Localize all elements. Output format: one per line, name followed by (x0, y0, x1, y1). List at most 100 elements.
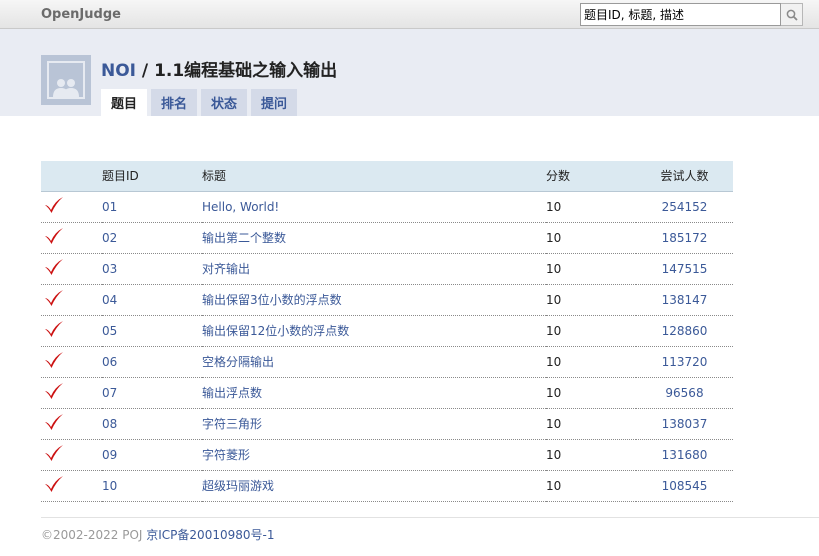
tries-link[interactable]: 147515 (636, 262, 733, 276)
group-link[interactable]: NOI (101, 61, 136, 81)
tries-link[interactable]: 113720 (636, 355, 733, 369)
problem-id-link[interactable]: 05 (102, 324, 117, 338)
icp-link[interactable]: 京ICP备20010980号-1 (146, 528, 274, 542)
table-header-row: 题目ID 标题 分数 尝试人数 (41, 161, 733, 192)
tries-cell: 138037 (636, 408, 733, 440)
problem-id-link[interactable]: 06 (102, 355, 117, 369)
problem-title-link[interactable]: 空格分隔输出 (202, 355, 274, 369)
problem-id-cell: 01 (102, 191, 202, 223)
problem-id-link[interactable]: 08 (102, 417, 117, 431)
tab-problems[interactable]: 题目 (101, 89, 148, 116)
tries-link[interactable]: 96568 (636, 386, 733, 400)
score-cell: 10 (546, 253, 636, 285)
checkmark-icon (45, 445, 63, 461)
tries-cell: 185172 (636, 222, 733, 254)
problem-id-cell: 10 (102, 470, 202, 502)
search-box (580, 3, 803, 26)
problem-title-link[interactable]: 超级玛丽游戏 (202, 479, 274, 493)
problem-title-cell: 字符三角形 (202, 408, 546, 440)
tries-link[interactable]: 128860 (636, 324, 733, 338)
tries-cell: 254152 (636, 191, 733, 223)
tries-link[interactable]: 138037 (636, 417, 733, 431)
problem-title-link[interactable]: 输出保留3位小数的浮点数 (202, 293, 342, 307)
magnifier-icon (786, 9, 798, 21)
tries-cell: 113720 (636, 346, 733, 378)
problem-title-link[interactable]: Hello, World! (202, 200, 279, 214)
score-cell: 10 (546, 408, 636, 440)
problem-id-link[interactable]: 07 (102, 386, 117, 400)
tab-bar: 题目 排名 状态 提问 (101, 89, 301, 116)
problem-title-link[interactable]: 字符三角形 (202, 417, 262, 431)
copyright-text: ©2002-2022 POJ (41, 528, 147, 542)
problem-id-link[interactable]: 02 (102, 231, 117, 245)
problem-id-link[interactable]: 04 (102, 293, 117, 307)
table-row: 02 输出第二个整数 10 185172 (41, 222, 733, 254)
brand-logo[interactable]: OpenJudge (41, 7, 121, 22)
table-row: 01 Hello, World! 10 254152 (41, 191, 733, 223)
solved-cell (41, 315, 102, 347)
header-tries: 尝试人数 (636, 161, 733, 192)
page-title: NOI / 1.1编程基础之输入输出 (101, 56, 337, 81)
problem-title-link[interactable]: 字符菱形 (202, 448, 250, 462)
score-cell: 10 (546, 377, 636, 409)
tries-link[interactable]: 138147 (636, 293, 733, 307)
problem-id-link[interactable]: 01 (102, 200, 117, 214)
problem-id-link[interactable]: 10 (102, 479, 117, 493)
table-row: 07 输出浮点数 10 96568 (41, 377, 733, 409)
checkmark-icon (45, 321, 63, 337)
solved-cell (41, 284, 102, 316)
title-separator: / (136, 61, 155, 81)
problem-title-cell: 空格分隔输出 (202, 346, 546, 378)
search-button[interactable] (781, 3, 803, 26)
course-name: 1.1编程基础之输入输出 (154, 61, 338, 81)
solved-cell (41, 253, 102, 285)
tab-ranking[interactable]: 排名 (151, 89, 198, 116)
score-cell: 10 (546, 222, 636, 254)
score-cell: 10 (546, 346, 636, 378)
table-row: 05 输出保留12位小数的浮点数 10 128860 (41, 315, 733, 347)
table-row: 08 字符三角形 10 138037 (41, 408, 733, 440)
problem-title-cell: 对齐输出 (202, 253, 546, 285)
score-cell: 10 (546, 315, 636, 347)
problem-id-cell: 08 (102, 408, 202, 440)
tries-link[interactable]: 254152 (636, 200, 733, 214)
checkmark-icon (45, 352, 63, 368)
tries-link[interactable]: 108545 (636, 479, 733, 493)
problem-title-cell: 超级玛丽游戏 (202, 470, 546, 502)
checkmark-icon (45, 383, 63, 399)
tab-status[interactable]: 状态 (201, 89, 248, 116)
problem-id-cell: 07 (102, 377, 202, 409)
table-row: 04 输出保留3位小数的浮点数 10 138147 (41, 284, 733, 316)
problem-id-link[interactable]: 09 (102, 448, 117, 462)
tries-link[interactable]: 185172 (636, 231, 733, 245)
group-avatar-icon (41, 55, 91, 105)
problem-title-link[interactable]: 输出浮点数 (202, 386, 262, 400)
footer: ©2002-2022 POJ 京ICP备20010980号-1 (41, 526, 274, 543)
tries-cell: 138147 (636, 284, 733, 316)
problem-title-link[interactable]: 输出保留12位小数的浮点数 (202, 324, 349, 338)
tries-cell: 131680 (636, 439, 733, 471)
checkmark-icon (45, 259, 63, 275)
solved-cell (41, 377, 102, 409)
problem-title-link[interactable]: 对齐输出 (202, 262, 250, 276)
problem-title-cell: 输出保留12位小数的浮点数 (202, 315, 546, 347)
solved-cell (41, 439, 102, 471)
problem-title-cell: 字符菱形 (202, 439, 546, 471)
problem-title-cell: 输出第二个整数 (202, 222, 546, 254)
problem-id-cell: 03 (102, 253, 202, 285)
solved-cell (41, 408, 102, 440)
score-cell: 10 (546, 470, 636, 502)
tries-cell: 96568 (636, 377, 733, 409)
search-input[interactable] (580, 3, 781, 26)
tries-link[interactable]: 131680 (636, 448, 733, 462)
checkmark-icon (45, 197, 63, 213)
table-row: 10 超级玛丽游戏 10 108545 (41, 470, 733, 502)
score-cell: 10 (546, 284, 636, 316)
course-header: NOI / 1.1编程基础之输入输出 题目 排名 状态 提问 (0, 29, 819, 116)
tab-questions[interactable]: 提问 (251, 89, 298, 116)
header-title: 标题 (202, 161, 546, 192)
checkmark-icon (45, 228, 63, 244)
problem-id-link[interactable]: 03 (102, 262, 117, 276)
problem-table: 题目ID 标题 分数 尝试人数 01 Hello, World! 10 254152 0… (41, 161, 733, 502)
problem-title-link[interactable]: 输出第二个整数 (202, 231, 286, 245)
